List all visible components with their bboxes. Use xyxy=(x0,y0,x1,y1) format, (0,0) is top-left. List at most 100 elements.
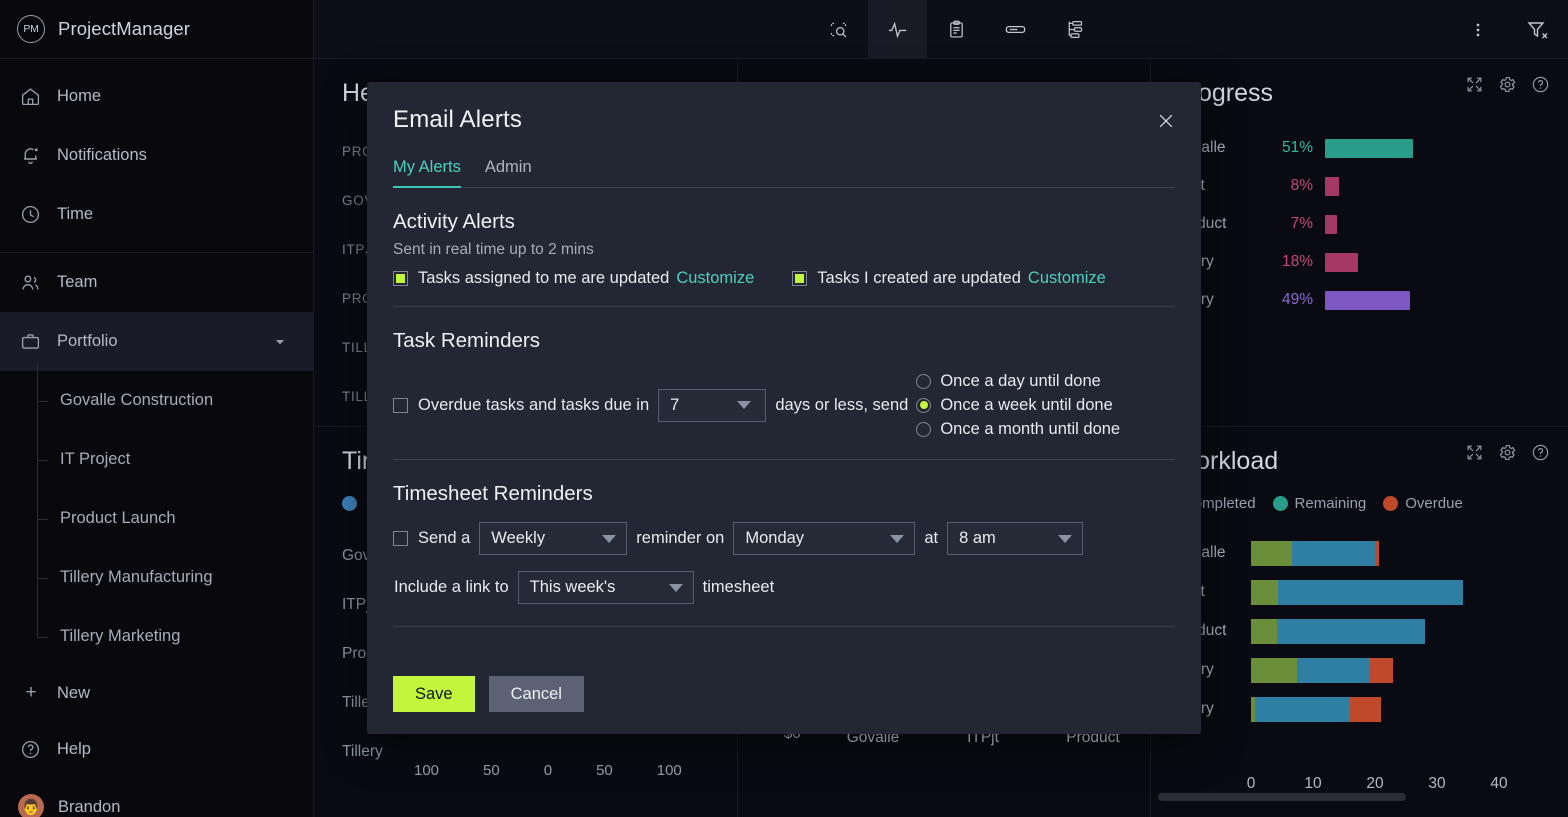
progress-row: Tillery 49% xyxy=(1173,287,1546,313)
workload-row: Tillery xyxy=(1173,656,1558,684)
sidebar-new-button[interactable]: + New xyxy=(0,666,313,720)
workload-row: Product xyxy=(1173,617,1558,645)
sidebar-item-time[interactable]: Time xyxy=(0,185,313,244)
activity-icon[interactable] xyxy=(868,0,927,59)
sidebar-item-home[interactable]: Home xyxy=(0,67,313,126)
radio-row-daily[interactable]: Once a day until done xyxy=(916,369,1120,393)
day-select[interactable]: Monday xyxy=(733,522,915,555)
radio-once-a-day[interactable] xyxy=(916,374,931,389)
legend-label: Remaining xyxy=(1295,495,1367,512)
panel-actions xyxy=(1465,443,1550,462)
sidebar-item-label: Time xyxy=(57,205,93,224)
time-select[interactable]: 8 am xyxy=(947,522,1083,555)
chevron-down-icon[interactable] xyxy=(273,335,287,349)
sidebar-project-it-project[interactable]: IT Project xyxy=(0,430,313,489)
include-link-label: Include a link to xyxy=(394,578,509,597)
section-title: Task Reminders xyxy=(393,329,1175,353)
help-icon[interactable] xyxy=(1531,443,1550,462)
radio-row-monthly[interactable]: Once a month until done xyxy=(916,417,1120,441)
gear-icon[interactable] xyxy=(1498,75,1517,94)
tab-admin[interactable]: Admin xyxy=(485,158,532,187)
sidebar-project-tillery-manufacturing[interactable]: Tillery Manufacturing xyxy=(0,548,313,607)
axis-tick: 0 xyxy=(1220,775,1282,793)
sidebar-item-team[interactable]: Team xyxy=(0,253,313,312)
customize-link-assigned[interactable]: Customize xyxy=(676,269,754,288)
timesheet-link-row: Include a link to This week's timesheet xyxy=(393,571,1175,604)
expand-icon[interactable] xyxy=(1465,443,1484,462)
people-icon xyxy=(20,272,41,293)
timesheet-link-select[interactable]: This week's xyxy=(518,571,694,604)
axis-tick: 0 xyxy=(544,762,552,779)
task-reminder-row: Overdue tasks and tasks due in 7 days or… xyxy=(393,369,1175,441)
bar-remaining xyxy=(1255,697,1350,722)
section-task-reminders: Task Reminders Overdue tasks and tasks d… xyxy=(393,307,1175,460)
avatar: 👨 xyxy=(18,794,44,817)
radio-row-weekly[interactable]: Once a week until done xyxy=(916,393,1120,417)
bar-overdue xyxy=(1375,541,1379,566)
chevron-down-icon xyxy=(1058,535,1072,543)
checkbox-send-timesheet-reminder[interactable] xyxy=(393,531,408,546)
section-timesheet-reminders: Timesheet Reminders Send a Weekly remind… xyxy=(393,460,1175,627)
axis-tick: 40 xyxy=(1468,775,1530,793)
axis-tick: 20 xyxy=(1344,775,1406,793)
sidebar-user[interactable]: 👨 Brandon xyxy=(0,778,313,817)
help-icon[interactable] xyxy=(1531,75,1550,94)
checkbox-overdue-tasks[interactable] xyxy=(393,398,408,413)
more-vertical-icon[interactable] xyxy=(1448,0,1508,59)
radio-label: Once a day until done xyxy=(940,372,1101,391)
sidebar-item-portfolio[interactable]: Portfolio xyxy=(0,312,313,371)
brand[interactable]: PM ProjectManager xyxy=(0,0,313,59)
panel-progress: Progress Govalle 51% ITPjt 8% Product 7% xyxy=(1150,59,1568,427)
dialog-title: Email Alerts xyxy=(393,106,1173,134)
radio-once-a-week[interactable] xyxy=(916,398,931,413)
legend-dot-icon xyxy=(1273,496,1288,511)
sidebar-item-help[interactable]: Help xyxy=(0,720,313,778)
sidebar-project-tillery-marketing[interactable]: Tillery Marketing xyxy=(0,607,313,666)
project-label: Tillery Manufacturing xyxy=(60,568,213,587)
reminder-frequency-radios: Once a day until done Once a week until … xyxy=(916,369,1120,441)
plus-icon: + xyxy=(23,682,39,704)
expand-icon[interactable] xyxy=(1465,75,1484,94)
sidebar-item-label: Team xyxy=(57,273,97,292)
org-chart-icon[interactable] xyxy=(1045,0,1104,59)
progress-pct: 7% xyxy=(1273,215,1325,233)
sidebar-item-label: Notifications xyxy=(57,146,147,165)
customize-link-created[interactable]: Customize xyxy=(1028,269,1106,288)
days-select[interactable]: 7 xyxy=(658,389,766,422)
tab-my-alerts[interactable]: My Alerts xyxy=(393,158,461,188)
panel-workload: Workload Completed Remaining Overdue xyxy=(1150,427,1568,817)
progress-pct: 8% xyxy=(1273,177,1325,195)
clock-icon xyxy=(20,204,41,225)
topbar xyxy=(314,0,1568,59)
help-label: Help xyxy=(57,740,91,759)
radio-once-a-month[interactable] xyxy=(916,422,931,437)
checkbox-tasks-i-created[interactable] xyxy=(792,271,807,286)
checkbox-tasks-assigned-to-me[interactable] xyxy=(393,271,408,286)
zoom-select-icon[interactable] xyxy=(809,0,868,59)
project-subtree: Govalle Construction IT Project Product … xyxy=(0,371,313,666)
gear-icon[interactable] xyxy=(1498,443,1517,462)
sidebar-project-product-launch[interactable]: Product Launch xyxy=(0,489,313,548)
send-a-label: Send a xyxy=(418,529,470,548)
close-icon[interactable] xyxy=(1153,108,1179,134)
progress-row: Product 7% xyxy=(1173,211,1546,237)
filter-clear-icon[interactable] xyxy=(1508,0,1568,59)
axis-tick: 50 xyxy=(483,762,500,779)
bell-icon xyxy=(20,145,41,166)
timesheet-send-row: Send a Weekly reminder on Monday at 8 am xyxy=(393,522,1175,555)
progress-row: ITPjt 8% xyxy=(1173,173,1546,199)
progress-pct: 51% xyxy=(1273,139,1325,157)
frequency-select[interactable]: Weekly xyxy=(479,522,627,555)
clipboard-icon[interactable] xyxy=(927,0,986,59)
sidebar-item-notifications[interactable]: Notifications xyxy=(0,126,313,185)
sidebar-project-govalle-construction[interactable]: Govalle Construction xyxy=(0,371,313,430)
progress-bar xyxy=(1325,139,1413,158)
save-button[interactable]: Save xyxy=(393,676,475,712)
chevron-down-icon xyxy=(602,535,616,543)
time-axis: 100 50 0 50 100 xyxy=(414,762,682,779)
cancel-button[interactable]: Cancel xyxy=(489,676,584,712)
briefcase-icon xyxy=(20,331,41,352)
legend-item: Overdue xyxy=(1383,495,1463,512)
dialog-header: Email Alerts xyxy=(367,82,1201,134)
card-icon[interactable] xyxy=(986,0,1045,59)
